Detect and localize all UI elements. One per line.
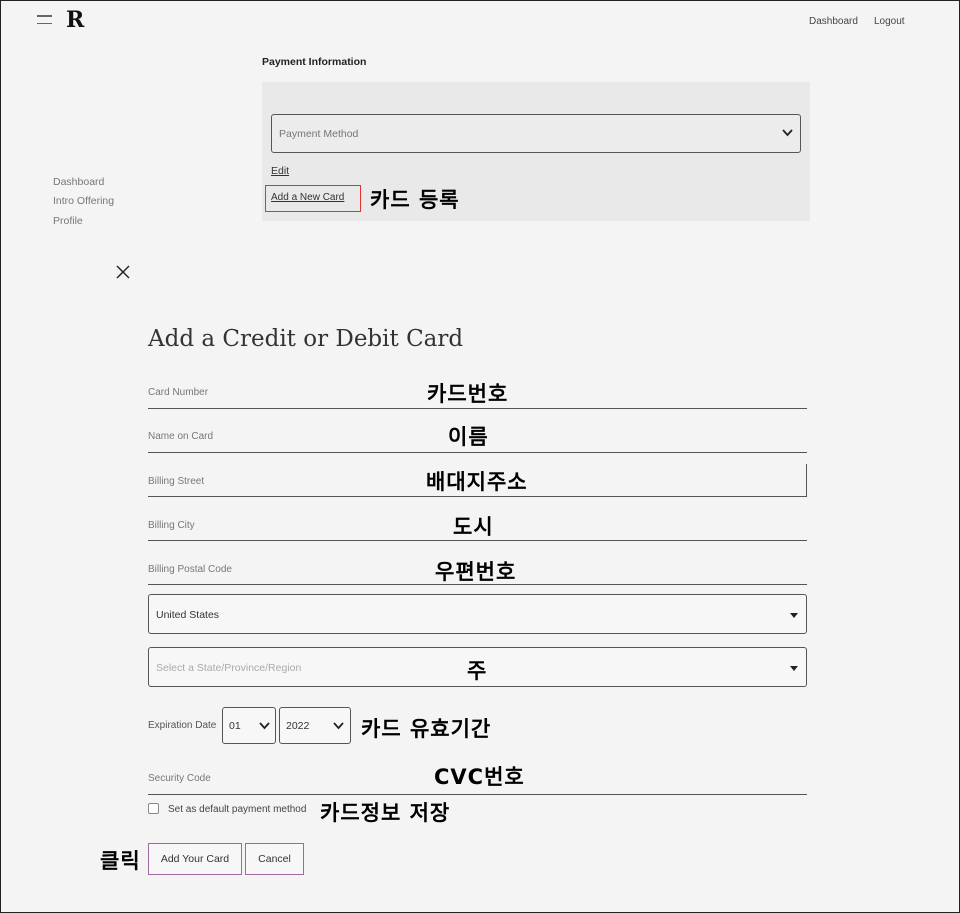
expiration-label: Expiration Date xyxy=(148,720,217,731)
add-card-button[interactable]: Add Your Card xyxy=(148,843,242,875)
cancel-button[interactable]: Cancel xyxy=(245,843,304,875)
caret-down-icon xyxy=(790,613,798,618)
edit-link[interactable]: Edit xyxy=(271,165,289,177)
nav-logout-link[interactable]: Logout xyxy=(874,16,905,27)
chevron-down-icon xyxy=(782,129,793,137)
default-payment-label: Set as default payment method xyxy=(168,804,307,815)
sidebar-item-intro-offering[interactable]: Intro Offering xyxy=(53,195,114,207)
annotation-security-code: CVC번호 xyxy=(434,765,525,789)
exp-year-value: 2022 xyxy=(286,720,310,732)
annotation-card-number: 카드번호 xyxy=(427,382,509,406)
card-number-label: Card Number xyxy=(148,387,209,398)
close-icon[interactable] xyxy=(115,264,131,280)
chevron-down-icon xyxy=(259,722,270,730)
add-new-card-link[interactable]: Add a New Card xyxy=(271,192,344,203)
billing-city-label: Billing City xyxy=(148,520,195,531)
exp-year-select[interactable]: 2022 xyxy=(279,707,351,744)
exp-month-select[interactable]: 01 xyxy=(222,707,276,744)
annotation-default: 카드정보 저장 xyxy=(320,801,451,825)
annotation-billing-city: 도시 xyxy=(453,515,494,539)
payment-method-select[interactable]: Payment Method xyxy=(271,114,801,153)
menu-icon[interactable] xyxy=(37,15,52,25)
nav-dashboard-link[interactable]: Dashboard xyxy=(809,16,858,27)
name-on-card-label: Name on Card xyxy=(148,431,214,442)
security-code-label: Security Code xyxy=(148,773,211,784)
modal-title: Add a Credit or Debit Card xyxy=(148,326,464,352)
annotation-billing-street: 배대지주소 xyxy=(426,470,528,494)
sidebar-item-dashboard[interactable]: Dashboard xyxy=(53,176,104,188)
exp-month-value: 01 xyxy=(229,720,241,732)
annotation-add-card: 카드 등록 xyxy=(370,188,460,212)
annotation-postal-code: 우편번호 xyxy=(435,560,517,584)
country-value: United States xyxy=(156,609,220,621)
chevron-down-icon xyxy=(333,722,344,730)
logo[interactable]: R xyxy=(66,7,84,33)
annotation-state: 주 xyxy=(467,659,488,683)
payment-method-placeholder: Payment Method xyxy=(279,128,359,140)
default-payment-checkbox[interactable] xyxy=(148,803,159,814)
annotation-click: 클릭 xyxy=(100,849,141,873)
caret-down-icon xyxy=(790,666,798,671)
section-title: Payment Information xyxy=(262,56,367,68)
country-select[interactable]: United States xyxy=(148,594,807,634)
annotation-expiration: 카드 유효기간 xyxy=(361,717,492,741)
annotation-name: 이름 xyxy=(448,425,489,449)
sidebar-item-profile[interactable]: Profile xyxy=(53,215,83,227)
state-placeholder: Select a State/Province/Region xyxy=(156,662,302,674)
billing-postal-code-label: Billing Postal Code xyxy=(148,564,232,575)
billing-street-label: Billing Street xyxy=(148,476,205,487)
